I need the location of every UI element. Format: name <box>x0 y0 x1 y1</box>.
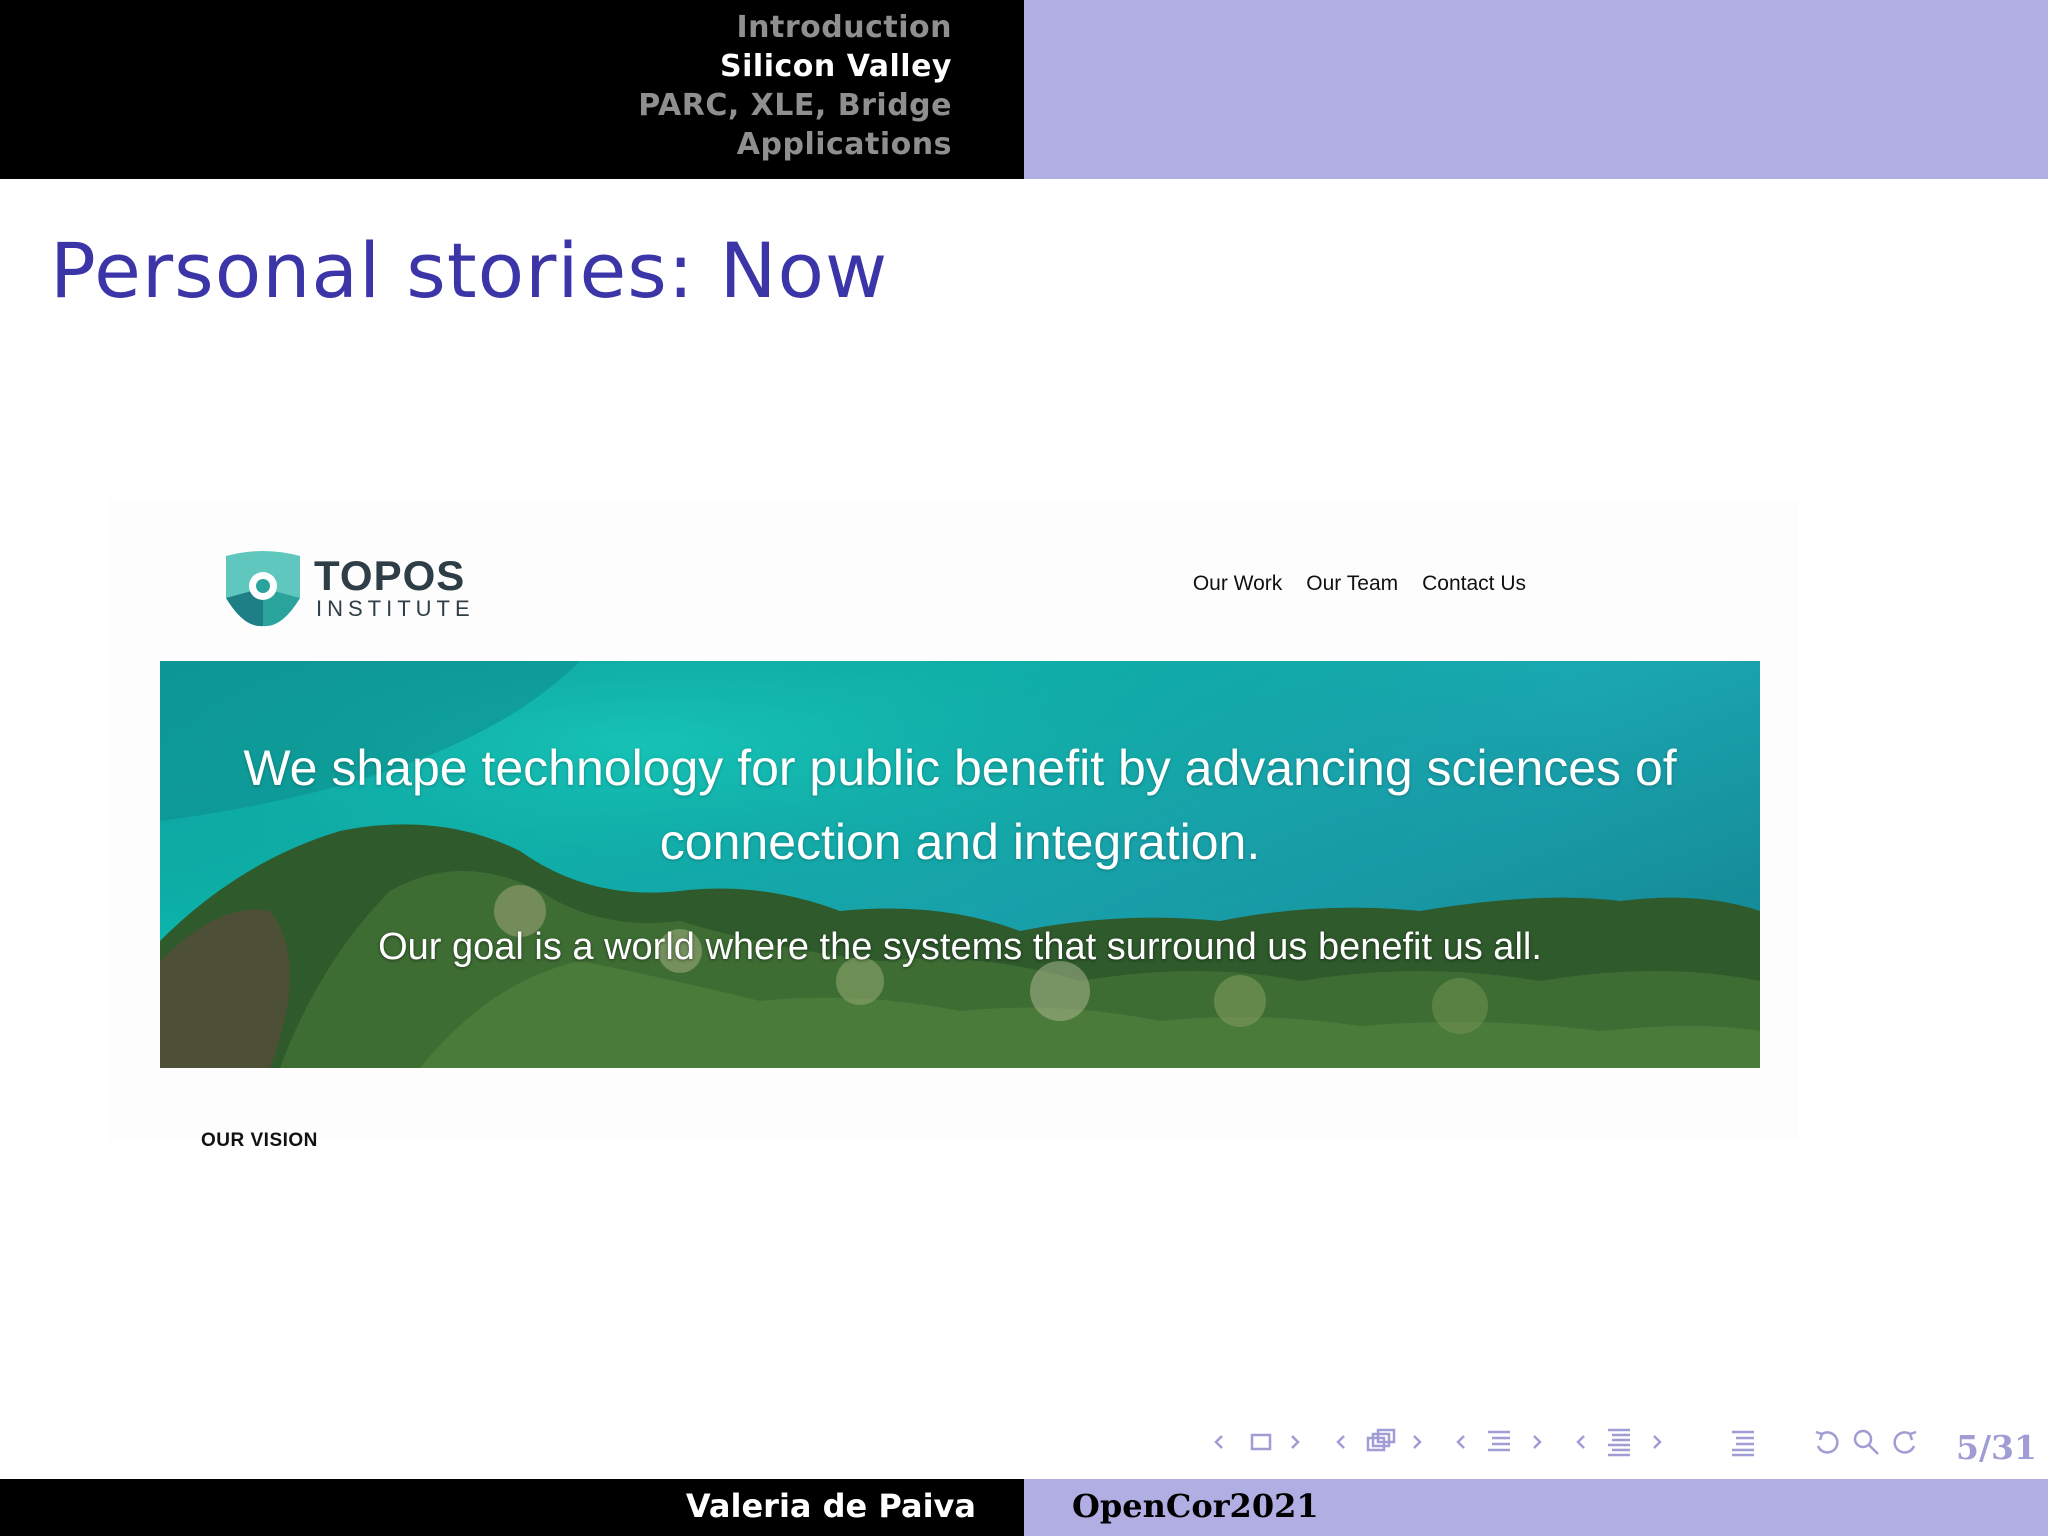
topos-logo-word: TOPOS <box>314 552 466 599</box>
nav-search-icon[interactable] <box>1848 1424 1884 1460</box>
section-link-applications[interactable]: Applications <box>638 125 952 164</box>
nav-section-icon[interactable] <box>1574 1424 1664 1460</box>
nav-doc-icon[interactable] <box>1726 1424 1762 1460</box>
footer-right-bar: OpenCor2021 <box>1024 1479 2048 1536</box>
nav-frame-icon[interactable] <box>1334 1424 1424 1460</box>
page-number: 5/31 <box>1956 1428 2037 1467</box>
hero-subtitle: Our goal is a world where the systems th… <box>378 926 1542 968</box>
topos-logo-icon <box>226 551 300 627</box>
hero-headline-line2: connection and integration. <box>659 814 1261 870</box>
frame-title: Personal stories: Now <box>50 226 889 315</box>
website-screenshot: TOPOS INSTITUTE Our Work Our Team Contac… <box>108 500 1798 1151</box>
header-left-bar: Introduction Silicon Valley PARC, XLE, B… <box>0 0 1024 179</box>
nav-our-team[interactable]: Our Team <box>1306 572 1398 596</box>
nav-forward-icon[interactable] <box>1886 1424 1922 1460</box>
section-link-silicon-valley[interactable]: Silicon Valley <box>638 47 952 86</box>
nav-contact-us[interactable]: Contact Us <box>1422 572 1526 596</box>
hero-headline-line1: We shape technology for public benefit b… <box>243 740 1677 796</box>
topos-logo-subtitle: INSTITUTE <box>316 596 475 621</box>
website-nav: Our Work Our Team Contact Us <box>1193 572 1526 596</box>
section-link-introduction[interactable]: Introduction <box>638 8 952 47</box>
our-vision-heading: OUR VISION <box>201 1130 318 1151</box>
section-link-parc[interactable]: PARC, XLE, Bridge <box>638 86 952 125</box>
footer-event: OpenCor2021 <box>1072 1487 1319 1525</box>
section-navigation: Introduction Silicon Valley PARC, XLE, B… <box>638 8 952 164</box>
footer-author: Valeria de Paiva <box>685 1487 976 1525</box>
footer-left-bar: Valeria de Paiva <box>0 1479 1024 1536</box>
nav-our-work[interactable]: Our Work <box>1193 572 1282 596</box>
hero-headline: We shape technology for public benefit b… <box>160 731 1760 879</box>
nav-slide-icon[interactable] <box>1212 1424 1302 1460</box>
header-right-bar <box>1024 0 2048 179</box>
nav-subsection-icon[interactable] <box>1454 1424 1544 1460</box>
nav-back-icon[interactable] <box>1810 1424 1846 1460</box>
hero-banner: We shape technology for public benefit b… <box>160 661 1760 1068</box>
